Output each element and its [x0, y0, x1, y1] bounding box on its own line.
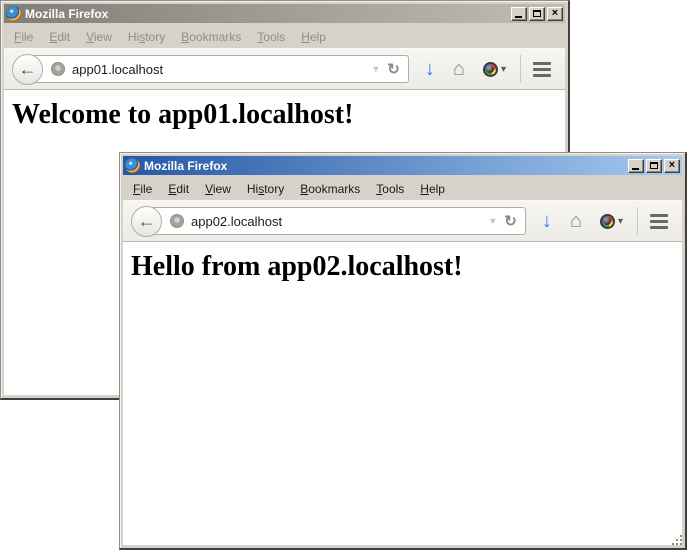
- home-icon[interactable]: ⌂: [570, 211, 582, 231]
- reload-icon[interactable]: ↻: [504, 212, 517, 230]
- navigation-toolbar: ← app02.localhost ▼ ↻ ↓ ⌂ ▾: [123, 200, 682, 242]
- site-identity-globe-icon[interactable]: [51, 62, 65, 76]
- minimize-button[interactable]: [511, 7, 527, 21]
- firefox-logo-icon[interactable]: [6, 6, 21, 21]
- page-heading: Welcome to app01.localhost!: [12, 99, 565, 131]
- minimize-button[interactable]: [628, 159, 644, 173]
- titlebar[interactable]: Mozilla Firefox ×: [123, 156, 682, 175]
- url-input[interactable]: app01.localhost: [72, 62, 364, 77]
- menu-item-view[interactable]: View: [78, 28, 120, 46]
- toolbar-separator: [637, 207, 638, 235]
- resize-grip[interactable]: [671, 534, 683, 546]
- menu-item-bookmarks[interactable]: Bookmarks: [173, 28, 249, 46]
- menu-item-tools[interactable]: Tools: [249, 28, 293, 46]
- url-bar[interactable]: app01.localhost ▼ ↻: [26, 55, 409, 83]
- url-bar[interactable]: app02.localhost ▼ ↻: [145, 207, 526, 235]
- menu-hamburger-icon[interactable]: [650, 214, 668, 229]
- downloads-icon[interactable]: ↓: [542, 211, 552, 231]
- window-title: Mozilla Firefox: [144, 159, 624, 173]
- minimize-icon: [515, 16, 522, 18]
- menu-item-help[interactable]: Help: [293, 28, 334, 46]
- close-icon: ×: [669, 160, 675, 171]
- menubar: FileEditViewHistoryBookmarksToolsHelp: [123, 175, 682, 200]
- close-button[interactable]: ×: [664, 159, 680, 173]
- maximize-button[interactable]: [646, 159, 662, 173]
- menu-item-edit[interactable]: Edit: [41, 28, 78, 46]
- url-input[interactable]: app02.localhost: [191, 214, 481, 229]
- menu-item-file[interactable]: File: [125, 180, 160, 198]
- back-button[interactable]: ←: [131, 206, 162, 237]
- toolbar-separator: [520, 55, 521, 83]
- menu-hamburger-icon[interactable]: [533, 62, 551, 77]
- window-title: Mozilla Firefox: [25, 7, 507, 21]
- page-content: Hello from app02.localhost!: [123, 242, 682, 545]
- menu-item-file[interactable]: File: [6, 28, 41, 46]
- url-history-dropdown-icon[interactable]: ▼: [371, 64, 380, 74]
- window-controls: ×: [511, 7, 563, 21]
- menu-item-history[interactable]: History: [120, 28, 173, 46]
- firefox-window-app02: Mozilla Firefox × FileEditViewHistoryBoo…: [119, 152, 687, 550]
- menu-item-view[interactable]: View: [197, 180, 239, 198]
- maximize-button[interactable]: [529, 7, 545, 21]
- menu-item-edit[interactable]: Edit: [160, 180, 197, 198]
- menu-item-help[interactable]: Help: [412, 180, 453, 198]
- site-identity-globe-icon[interactable]: [170, 214, 184, 228]
- maximize-icon: [533, 10, 541, 17]
- addon-dropdown-icon: ▾: [618, 216, 623, 227]
- titlebar[interactable]: Mozilla Firefox ×: [4, 4, 565, 23]
- navigation-toolbar: ← app01.localhost ▼ ↻ ↓ ⌂ ▾: [4, 48, 565, 90]
- firefox-logo-icon[interactable]: [125, 158, 140, 173]
- addon-button[interactable]: ▾: [600, 214, 623, 229]
- maximize-icon: [650, 162, 658, 169]
- reload-icon[interactable]: ↻: [387, 60, 400, 78]
- addon-colorwheel-icon: [600, 214, 615, 229]
- close-icon: ×: [552, 8, 558, 19]
- page-heading: Hello from app02.localhost!: [131, 251, 682, 283]
- home-icon[interactable]: ⌂: [453, 59, 465, 79]
- menu-item-bookmarks[interactable]: Bookmarks: [292, 180, 368, 198]
- url-history-dropdown-icon[interactable]: ▼: [488, 216, 497, 226]
- menu-item-history[interactable]: History: [239, 180, 292, 198]
- downloads-icon[interactable]: ↓: [425, 59, 435, 79]
- menu-item-tools[interactable]: Tools: [368, 180, 412, 198]
- close-button[interactable]: ×: [547, 7, 563, 21]
- minimize-icon: [632, 168, 639, 170]
- addon-colorwheel-icon: [483, 62, 498, 77]
- window-controls: ×: [628, 159, 680, 173]
- addon-button[interactable]: ▾: [483, 62, 506, 77]
- back-button[interactable]: ←: [12, 54, 43, 85]
- addon-dropdown-icon: ▾: [501, 64, 506, 75]
- menubar: FileEditViewHistoryBookmarksToolsHelp: [4, 23, 565, 48]
